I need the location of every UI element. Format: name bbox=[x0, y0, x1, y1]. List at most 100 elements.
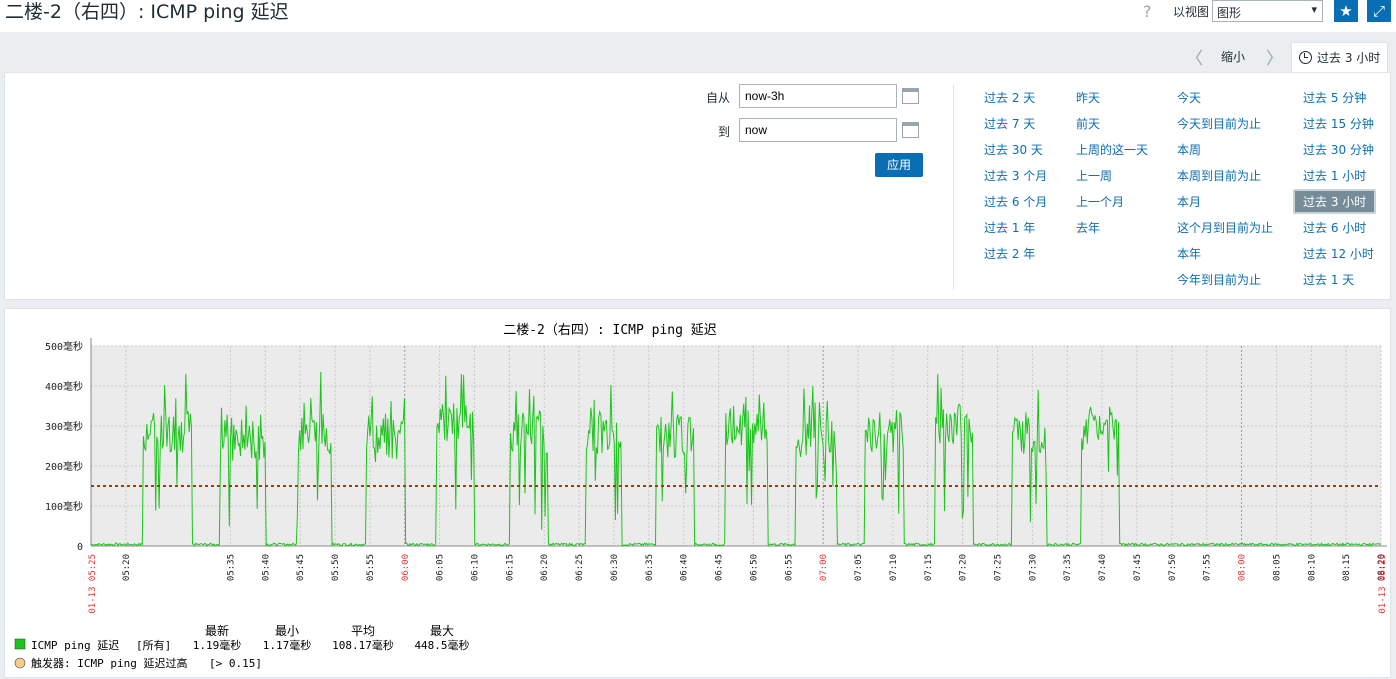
x-tick-label: 06:45 bbox=[715, 554, 725, 581]
view-as-selected: 图形 bbox=[1217, 6, 1242, 20]
x-tick-label: 05:20 bbox=[122, 554, 132, 581]
quick-range-link[interactable]: 过去 7 天 bbox=[984, 115, 1035, 132]
x-tick-label: 07:15 bbox=[924, 554, 934, 581]
calendar-icon[interactable] bbox=[902, 88, 919, 104]
quick-range-link[interactable]: 本月 bbox=[1177, 193, 1201, 210]
page-title: 二楼-2（右四）: ICMP ping 延迟 bbox=[5, 1, 289, 23]
from-input[interactable] bbox=[739, 84, 897, 108]
x-tick-label: 05:35 bbox=[226, 554, 236, 581]
quick-range-link[interactable]: 上周的这一天 bbox=[1076, 141, 1148, 158]
quick-range-link[interactable]: 上一周 bbox=[1076, 167, 1112, 184]
quick-range-link[interactable]: 过去 15 分钟 bbox=[1303, 115, 1374, 132]
legend-value: 1.19毫秒 bbox=[193, 638, 242, 652]
x-tick-label: 07:30 bbox=[1028, 554, 1038, 581]
legend-trigger-expr: [> 0.15] bbox=[209, 657, 262, 670]
quick-range-link[interactable]: 过去 5 分钟 bbox=[1303, 89, 1366, 106]
x-tick-label: 06:00 bbox=[401, 554, 411, 581]
x-tick-label: 07:55 bbox=[1203, 554, 1213, 581]
x-tick-label: 06:25 bbox=[575, 554, 585, 581]
legend-value: 108.17毫秒 bbox=[332, 638, 394, 652]
x-tick-label: 06:20 bbox=[540, 554, 550, 581]
x-tick-label: 05:55 bbox=[366, 554, 376, 581]
zoom-out-button[interactable]: 缩小 bbox=[1221, 48, 1245, 65]
quick-range-link[interactable]: 过去 3 个月 bbox=[984, 167, 1047, 184]
apply-button[interactable]: 应用 bbox=[875, 153, 923, 177]
x-tick-label: 05:50 bbox=[331, 554, 341, 581]
time-navigation-bar: 〈 缩小 〉 过去 3 小时 bbox=[0, 34, 1396, 73]
graph-panel: 二楼-2（右四）: ICMP ping 延迟 0 100毫秒 200毫秒 300毫秒 40… bbox=[4, 308, 1391, 678]
calendar-icon[interactable] bbox=[902, 122, 919, 138]
next-period-icon[interactable]: 〉 bbox=[1266, 44, 1283, 69]
quick-range-link[interactable]: 过去 1 天 bbox=[1303, 271, 1354, 288]
to-input[interactable] bbox=[739, 118, 897, 142]
x-tick-label: 07:45 bbox=[1133, 554, 1143, 581]
x-range-end-label: 01-13 08:25 bbox=[1378, 554, 1388, 614]
quick-range-link[interactable]: 昨天 bbox=[1076, 89, 1100, 106]
quick-range-link[interactable]: 去年 bbox=[1076, 219, 1100, 236]
quick-range-link[interactable]: 本周到目前为止 bbox=[1177, 167, 1261, 184]
latency-graph: 二楼-2（右四）: ICMP ping 延迟 0 100毫秒 200毫秒 300毫秒 40… bbox=[14, 323, 1388, 670]
y-tick-label: 0 bbox=[77, 542, 83, 553]
quick-range-link[interactable]: 过去 6 个月 bbox=[984, 193, 1047, 210]
x-tick-label: 07:35 bbox=[1063, 554, 1073, 581]
quick-range-link[interactable]: 今天 bbox=[1177, 89, 1201, 106]
quick-range-link[interactable]: 过去 30 分钟 bbox=[1303, 141, 1374, 158]
x-tick-label: 08:00 bbox=[1238, 554, 1248, 581]
x-range-start-label: 01-13 05:25 bbox=[88, 554, 98, 614]
legend-header: 最新 bbox=[205, 623, 229, 638]
legend-trigger-marker bbox=[14, 657, 26, 669]
view-as-label: 以视图 bbox=[1173, 5, 1210, 19]
favorite-star-icon[interactable]: ★ bbox=[1334, 0, 1358, 22]
divider bbox=[953, 85, 954, 290]
y-tick-label: 500毫秒 bbox=[45, 340, 83, 353]
x-tick-label: 06:10 bbox=[471, 554, 481, 581]
quick-range-link[interactable]: 过去 6 小时 bbox=[1303, 219, 1366, 236]
quick-range-link[interactable]: 本年 bbox=[1177, 245, 1201, 262]
quick-range-link[interactable]: 过去 1 小时 bbox=[1303, 167, 1366, 184]
chart-title: 二楼-2（右四）: ICMP ping 延迟 bbox=[503, 323, 717, 338]
x-tick-label: 06:40 bbox=[680, 554, 690, 581]
x-tick-label: 08:05 bbox=[1272, 554, 1282, 581]
y-tick-label: 200毫秒 bbox=[45, 460, 83, 473]
legend-series-name: ICMP ping 延迟 bbox=[31, 639, 119, 652]
x-tick-label: 07:00 bbox=[819, 554, 829, 581]
fullscreen-icon[interactable]: ⤢ bbox=[1367, 0, 1391, 22]
quick-range-link[interactable]: 过去 1 年 bbox=[984, 219, 1035, 236]
x-tick-label: 06:30 bbox=[610, 554, 620, 581]
x-tick-label: 07:10 bbox=[889, 554, 899, 581]
legend-trigger-name: 触发器: ICMP ping 延迟过高 bbox=[31, 656, 187, 670]
chevron-down-icon: ▾ bbox=[1311, 3, 1317, 16]
x-tick-label: 07:25 bbox=[993, 554, 1003, 581]
x-tick-label: 06:50 bbox=[749, 554, 759, 581]
x-tick-label: 08:10 bbox=[1307, 554, 1317, 581]
quick-range-link[interactable]: 过去 2 天 bbox=[984, 89, 1035, 106]
legend-header: 最小 bbox=[275, 624, 299, 638]
x-tick-label: 07:05 bbox=[854, 554, 864, 581]
quick-range-link[interactable]: 前天 bbox=[1076, 115, 1100, 132]
quick-range-link[interactable]: 过去 3 小时 bbox=[1293, 189, 1377, 214]
legend-header: 最大 bbox=[430, 624, 454, 638]
x-tick-label: 07:20 bbox=[959, 554, 969, 581]
view-as-select[interactable]: 图形 ▾ bbox=[1212, 0, 1323, 22]
y-tick-label: 100毫秒 bbox=[45, 500, 83, 513]
tab-time-range[interactable]: 过去 3 小时 bbox=[1291, 42, 1388, 73]
x-tick-label: 05:45 bbox=[296, 554, 306, 581]
quick-range-link[interactable]: 上一个月 bbox=[1076, 193, 1124, 210]
quick-range-link[interactable]: 过去 30 天 bbox=[984, 141, 1043, 158]
quick-range-link[interactable]: 今天到目前为止 bbox=[1177, 115, 1261, 132]
clock-icon bbox=[1299, 51, 1312, 64]
page-header: 二楼-2（右四）: ICMP ping 延迟 ? 以视图 图形 ▾ ★ ⤢ bbox=[0, 0, 1396, 32]
y-tick-label: 300毫秒 bbox=[45, 420, 83, 433]
legend-value: 1.17毫秒 bbox=[263, 638, 312, 652]
help-icon[interactable]: ? bbox=[1143, 2, 1152, 21]
quick-range-link[interactable]: 这个月到目前为止 bbox=[1177, 219, 1273, 236]
quick-range-link[interactable]: 过去 2 年 bbox=[984, 245, 1035, 262]
prev-period-icon[interactable]: 〈 bbox=[1186, 44, 1203, 69]
from-label: 自从 bbox=[705, 91, 730, 105]
tab-time-range-label: 过去 3 小时 bbox=[1317, 51, 1381, 65]
y-tick-label: 400毫秒 bbox=[45, 380, 83, 393]
quick-range-link[interactable]: 本周 bbox=[1177, 141, 1201, 158]
quick-range-link[interactable]: 今年到目前为止 bbox=[1177, 271, 1261, 288]
x-tick-label: 07:50 bbox=[1168, 554, 1178, 581]
quick-range-link[interactable]: 过去 12 小时 bbox=[1303, 245, 1374, 262]
